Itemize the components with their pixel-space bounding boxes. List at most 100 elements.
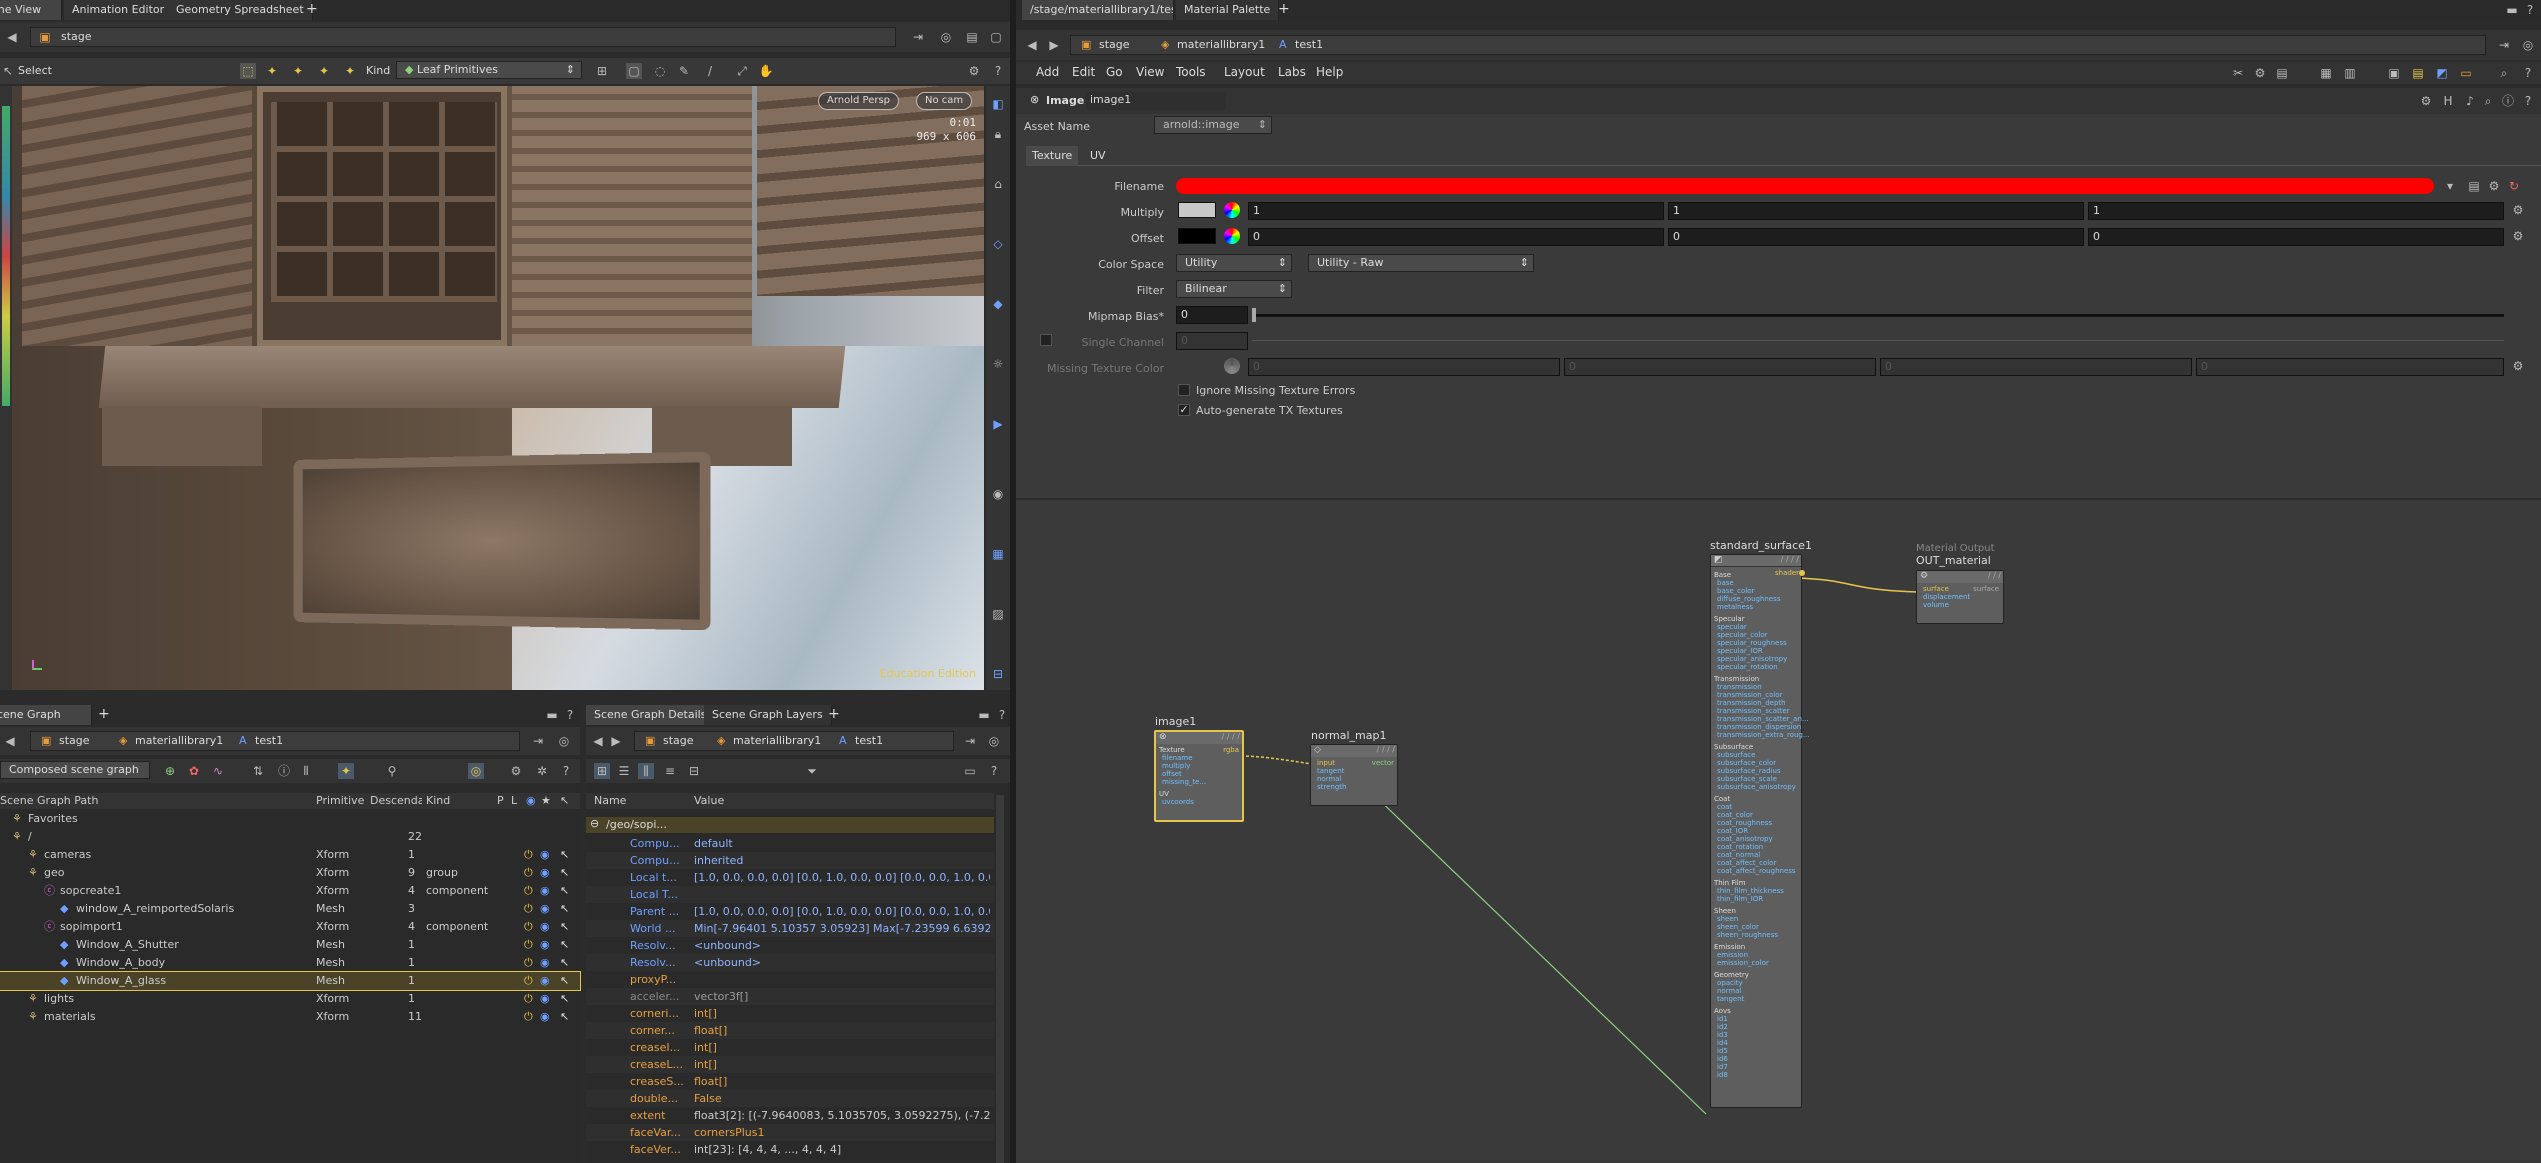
selectable-icon[interactable]: ↖ bbox=[560, 900, 569, 918]
selectable-icon[interactable]: ↖ bbox=[560, 882, 569, 900]
missing-color-wheel-icon[interactable] bbox=[1224, 358, 1240, 374]
visibility-icon[interactable]: ◉ bbox=[540, 846, 550, 864]
settings-gear-icon[interactable]: ⚙ bbox=[966, 63, 982, 79]
tool-wire-icon[interactable]: ⚙ bbox=[2252, 65, 2268, 81]
table-row[interactable]: ◆ Window_A_Shutter Mesh 1 ⏻ ◉ ↖ bbox=[0, 936, 580, 954]
light-icon[interactable]: ☼ bbox=[990, 356, 1006, 372]
node-search-icon[interactable]: ⌕ bbox=[2480, 93, 2496, 109]
offset-swatch[interactable] bbox=[1178, 228, 1216, 244]
camera-icon[interactable]: ⊟ bbox=[990, 666, 1006, 682]
add-details-tab-icon[interactable]: + bbox=[828, 705, 840, 723]
camera-chip[interactable]: No cam bbox=[916, 92, 973, 110]
image-port-multiply[interactable]: multiply bbox=[1162, 762, 1190, 770]
filter-dropdown[interactable]: Bilinear ⇕ bbox=[1176, 280, 1292, 298]
std-port[interactable]: transmission bbox=[1717, 683, 1762, 691]
home-icon[interactable]: ⌂ bbox=[990, 176, 1006, 192]
offset-b-field[interactable]: 0 bbox=[2088, 228, 2504, 246]
col-s[interactable]: ★ bbox=[541, 794, 551, 807]
params-pin-icon[interactable]: ⇥ bbox=[2496, 37, 2512, 53]
normal-map-node[interactable]: ◇ / / / / input tangent normal strength … bbox=[1310, 744, 1398, 806]
col-select[interactable]: ↖ bbox=[560, 794, 569, 807]
tree-settings-icon[interactable]: ⚙ bbox=[508, 763, 524, 779]
details-scrollbar[interactable] bbox=[996, 795, 1004, 1163]
multiply-color-wheel-icon[interactable] bbox=[1224, 202, 1240, 218]
std-port[interactable]: subsurface_anisotropy bbox=[1717, 783, 1796, 791]
out-port-displacement[interactable]: displacement bbox=[1923, 593, 1970, 601]
select-mode-icon[interactable]: ⬚ bbox=[240, 63, 256, 79]
detail-row[interactable]: Resolv... <unbound> bbox=[586, 937, 994, 955]
image-port-missing[interactable]: missing_te... bbox=[1162, 778, 1206, 786]
activate-toggle-icon[interactable]: ⏻ bbox=[524, 972, 533, 990]
table-row[interactable]: ◆ window_A_reimportedSolaris Mesh 3 ⏻ ◉ ↖ bbox=[0, 900, 580, 918]
material-output-node[interactable]: ⚙ / / / surface displacement volume surf… bbox=[1916, 570, 2004, 624]
col-p[interactable]: P bbox=[497, 794, 504, 807]
details-help2-icon[interactable]: ? bbox=[986, 763, 1002, 779]
std-port[interactable]: sheen_roughness bbox=[1717, 931, 1778, 939]
col-descendants[interactable]: Descendants bbox=[370, 794, 422, 807]
detail-row[interactable]: extent float3[2]: [(-7.9640083, 5.1035705… bbox=[586, 1107, 994, 1125]
std-port[interactable]: subsurface_radius bbox=[1717, 767, 1781, 775]
tab-scene-graph-details[interactable]: Scene Graph Details bbox=[586, 705, 716, 725]
std-port[interactable]: transmission_depth bbox=[1717, 699, 1786, 707]
std-output-port[interactable]: shader bbox=[1775, 569, 1799, 577]
selectable-icon[interactable]: ↖ bbox=[560, 936, 569, 954]
out-port-surface[interactable]: surface bbox=[1923, 585, 1949, 593]
col-scene-graph-path[interactable]: Scene Graph Path bbox=[0, 794, 98, 807]
missing-b-field[interactable]: 0 bbox=[1880, 358, 2192, 376]
tree-sort-icon[interactable]: ⇅ bbox=[250, 763, 266, 779]
std-port[interactable]: coat_rotation bbox=[1717, 843, 1763, 851]
tool-layout-icon[interactable]: ▣ bbox=[2386, 65, 2402, 81]
multiply-swatch[interactable] bbox=[1178, 202, 1216, 218]
grid-icon[interactable]: ▦ bbox=[990, 546, 1006, 562]
3d-viewport[interactable]: Arnold Persp No cam 0:01 969 x 606 Educa… bbox=[12, 86, 984, 690]
details-breadcrumb[interactable]: stage ▣ materiallibrary1 ◈ test1 A bbox=[634, 731, 954, 751]
pick-mode-icon[interactable]: ⊞ bbox=[594, 63, 610, 79]
detail-row[interactable]: creaseS... float[] bbox=[586, 1073, 994, 1091]
kind-dropdown[interactable]: ◆ Leaf Primitives ⇕ bbox=[396, 61, 582, 79]
image-output-rgba[interactable]: rgba bbox=[1223, 746, 1239, 754]
filename-field[interactable] bbox=[1176, 178, 2434, 194]
std-port[interactable]: id4 bbox=[1717, 1039, 1728, 1047]
details-help-icon[interactable]: ? bbox=[994, 707, 1010, 723]
std-port[interactable]: specular bbox=[1717, 623, 1747, 631]
filename-reload-icon[interactable]: ↻ bbox=[2506, 178, 2522, 194]
menu-edit[interactable]: Edit bbox=[1072, 65, 1095, 79]
file-chooser-icon[interactable]: ▤ bbox=[2466, 178, 2482, 194]
node-script-icon[interactable]: ♪ bbox=[2462, 93, 2478, 109]
detail-row[interactable]: faceVer... int[23]: [4, 4, 4, ..., 4, 4, … bbox=[586, 1141, 994, 1159]
col-l[interactable]: L bbox=[511, 794, 517, 807]
missing-a-field[interactable]: 0 bbox=[2196, 358, 2504, 376]
selectable-icon[interactable]: ↖ bbox=[560, 972, 569, 990]
details-split-icon[interactable]: ⊟ bbox=[686, 763, 702, 779]
std-output-dot[interactable] bbox=[1799, 570, 1805, 576]
details-list-icon[interactable]: ☰ bbox=[616, 763, 632, 779]
std-port[interactable]: transmission_color bbox=[1717, 691, 1782, 699]
menu-tools[interactable]: Tools bbox=[1176, 65, 1206, 79]
add-right-tab-icon[interactable]: + bbox=[1278, 0, 1290, 18]
tree-sync-icon[interactable]: ⚲ bbox=[384, 763, 400, 779]
node-info-icon[interactable]: ⓘ bbox=[2500, 93, 2516, 109]
activate-toggle-icon[interactable]: ⏻ bbox=[524, 846, 533, 864]
tree-filter-icon[interactable]: ✿ bbox=[186, 763, 202, 779]
color-space-family-dropdown[interactable]: Utility ⇕ bbox=[1176, 254, 1292, 272]
std-port[interactable]: specular_rotation bbox=[1717, 663, 1778, 671]
visibility-icon[interactable]: ◉ bbox=[540, 864, 550, 882]
table-row[interactable]: ◆ Window_A_body Mesh 1 ⏻ ◉ ↖ bbox=[0, 954, 580, 972]
std-port[interactable]: coat_IOR bbox=[1717, 827, 1748, 835]
tool-palette-icon[interactable]: ◩ bbox=[2434, 65, 2450, 81]
secure-select-icon[interactable]: ⤢ bbox=[734, 63, 750, 79]
missing-g-field[interactable]: 0 bbox=[1564, 358, 1876, 376]
std-port[interactable]: coat_normal bbox=[1717, 851, 1760, 859]
tab-texture[interactable]: Texture bbox=[1026, 146, 1079, 166]
single-channel-field[interactable]: 0 bbox=[1176, 332, 1248, 350]
normal-output-vector[interactable]: vector bbox=[1372, 759, 1394, 767]
std-port[interactable]: id7 bbox=[1717, 1063, 1728, 1071]
std-port[interactable]: metalness bbox=[1717, 603, 1753, 611]
params-crumb-matlib[interactable]: materiallibrary1 bbox=[1153, 34, 1271, 56]
activate-toggle-icon[interactable]: ⏻ bbox=[524, 990, 533, 1008]
menu-help[interactable]: Help bbox=[1316, 65, 1343, 79]
select-visible-icon[interactable]: ✦ bbox=[264, 63, 280, 79]
tree-link-icon[interactable]: ◎ bbox=[556, 733, 572, 749]
layout-icon[interactable]: ▤ bbox=[964, 29, 980, 45]
std-port[interactable]: id5 bbox=[1717, 1047, 1728, 1055]
